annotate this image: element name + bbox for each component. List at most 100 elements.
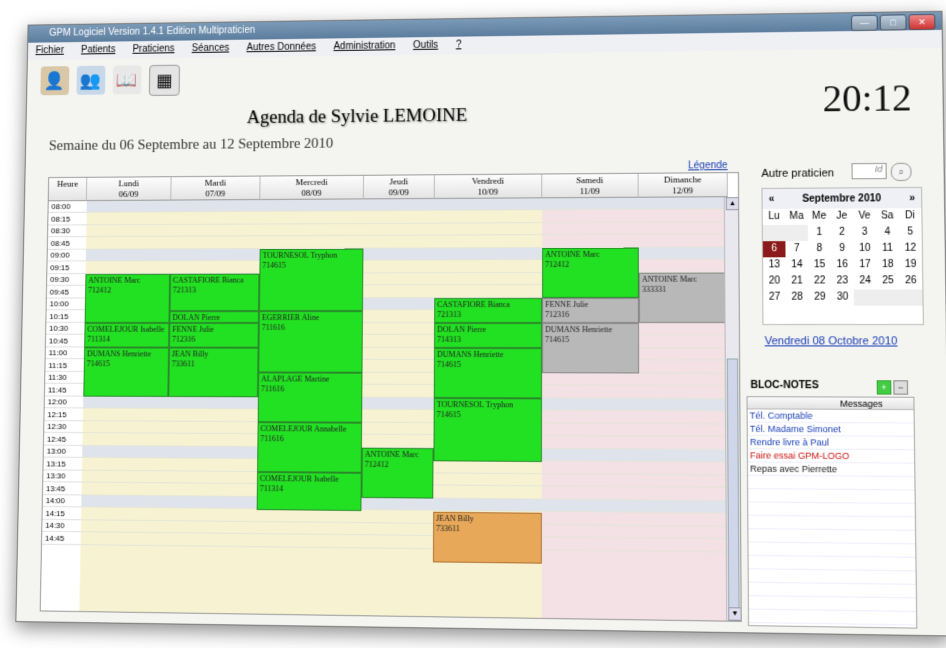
hour-label: 10:45 (45, 335, 85, 347)
calendar-day[interactable]: 4 (876, 224, 899, 240)
appointment-patient: FENNE Julie (172, 324, 214, 334)
appointment[interactable]: FENNE Julie 712316 (542, 297, 639, 324)
day-header[interactable]: Lundi 06/09 (86, 177, 172, 202)
menu-seances[interactable]: Séances (192, 40, 230, 58)
close-button[interactable]: ✕ (908, 13, 936, 31)
calendar-day[interactable]: 14 (786, 257, 809, 273)
minimize-button[interactable]: — (850, 14, 878, 32)
calendar-day[interactable]: 2 (831, 225, 854, 241)
menu-praticiens[interactable]: Praticiens (132, 41, 174, 59)
calendar-day[interactable]: 27 (763, 290, 786, 306)
appointment[interactable]: TOURNESOL Tryphon 714615 (258, 248, 364, 311)
calendar-day[interactable]: 7 (785, 241, 808, 257)
appointment[interactable]: COMELEJOUR Isabelle 711314 (256, 472, 362, 511)
maximize-button[interactable]: □ (879, 14, 907, 31)
calendar-day[interactable]: 30 (831, 290, 854, 306)
users-icon[interactable]: 👥 (76, 65, 106, 95)
calendar-day[interactable]: 9 (831, 241, 854, 257)
note-empty-row[interactable] (748, 475, 915, 491)
calendar-day[interactable]: 18 (876, 257, 899, 273)
appointment[interactable]: EGERRIER Aline 711616 (258, 310, 363, 373)
note-item[interactable]: Repas avec Pierrette (747, 462, 915, 478)
calendar-day[interactable]: 3 (853, 225, 876, 241)
book-icon[interactable]: 📖 (112, 65, 142, 95)
appointment[interactable]: FENNE Julie 712316 (169, 322, 259, 348)
calendar-day[interactable]: 10 (853, 241, 876, 257)
user-icon[interactable]: 👤 (40, 66, 70, 96)
add-note-icon[interactable]: + (876, 380, 892, 395)
appointment[interactable]: ANTOINE Marc 712412 (361, 447, 434, 499)
next-month-button[interactable]: » (909, 193, 915, 204)
day-header[interactable]: Jeudi 09/09 (363, 175, 435, 200)
day-header[interactable]: Dimanche 12/09 (638, 173, 728, 198)
appointment[interactable]: DOLAN Pierre 714313 (434, 322, 543, 349)
calendar-day[interactable]: 8 (808, 241, 831, 257)
menu-administration[interactable]: Administration (333, 38, 395, 56)
note-item[interactable]: Rendre livre à Paul (747, 435, 915, 451)
practitioner-id-input[interactable]: Id (851, 162, 887, 180)
appointment[interactable]: DUMANS Henriette 714615 (433, 347, 543, 399)
menu-autres-donnees[interactable]: Autres Données (246, 39, 317, 57)
hour-label: 11:30 (45, 371, 84, 384)
calendar-day[interactable]: 13 (763, 257, 786, 273)
menu-patients[interactable]: Patients (81, 42, 116, 60)
calendar-day[interactable]: 12 (899, 241, 922, 257)
appointment[interactable]: ANTOINE Marc 712412 (542, 247, 639, 298)
calendar-day[interactable]: 17 (854, 257, 877, 273)
calendar-day[interactable]: 6 (762, 241, 786, 258)
hour-label: 10:15 (46, 310, 85, 323)
note-empty-row[interactable] (749, 623, 917, 637)
today-link[interactable]: Vendredi 08 Octobre 2010 (765, 335, 898, 347)
menu-help[interactable]: ? (456, 37, 462, 55)
day-header[interactable]: Samedi 11/09 (542, 173, 639, 199)
menu-fichier[interactable]: Fichier (35, 42, 64, 60)
day-header[interactable]: Mardi 07/09 (171, 176, 261, 201)
remove-note-icon[interactable]: − (893, 380, 909, 395)
legend-link[interactable]: Légende (688, 160, 728, 171)
appointment[interactable]: COMELEJOUR Isabelle 711314 (84, 322, 170, 348)
note-item[interactable]: Tél. Comptable (747, 409, 914, 424)
calendar-day[interactable]: 20 (763, 273, 786, 289)
calendar-day[interactable]: 29 (808, 290, 831, 306)
appointment[interactable]: ANTOINE Marc 333331 (638, 272, 729, 324)
day-name: Mercredi (295, 177, 328, 188)
appointment[interactable]: CASTAFIORE Bianca 721313 (434, 297, 543, 324)
calendar-day[interactable]: 5 (899, 224, 922, 240)
day-header[interactable]: Mercredi 08/09 (260, 175, 365, 201)
calendar-day[interactable]: 23 (831, 273, 854, 289)
calendar-day[interactable]: 24 (854, 273, 877, 289)
scroll-down-icon[interactable]: ▼ (728, 607, 742, 621)
calendar-icon[interactable]: ▦ (148, 64, 180, 96)
calendar-day[interactable]: 28 (786, 290, 809, 306)
calendar-day[interactable]: 16 (831, 257, 854, 273)
appointment[interactable]: COMELEJOUR Annabelle 711616 (257, 422, 363, 473)
appointment[interactable]: TOURNESOL Tryphon 714615 (433, 397, 542, 462)
vertical-scrollbar[interactable]: ▲ ▼ (723, 197, 742, 621)
appointment[interactable]: DUMANS Henriette 714615 (83, 347, 170, 397)
note-item[interactable]: Tél. Madame Simonet (747, 422, 914, 437)
menu-outils[interactable]: Outils (413, 37, 438, 55)
calendar-day[interactable]: 25 (876, 273, 899, 289)
calendar-day[interactable]: 22 (808, 273, 831, 289)
appointment[interactable]: JEAN Billy 733611 (168, 347, 259, 398)
hour-label: 13:00 (43, 445, 83, 458)
appointment[interactable]: DUMANS Henriette 714615 (542, 323, 640, 374)
note-item[interactable]: Faire essai GPM-LOGO (747, 449, 915, 464)
calendar-day[interactable]: 26 (899, 273, 922, 289)
calendar-day[interactable]: 21 (786, 273, 809, 289)
appointment[interactable]: DOLAN Pierre714315 (169, 310, 259, 323)
appointment[interactable]: JEAN Billy 733611 (432, 511, 542, 564)
search-practitioner-button[interactable]: ⌕ (890, 162, 912, 182)
scroll-up-icon[interactable]: ▲ (725, 197, 740, 211)
scroll-thumb[interactable] (726, 358, 740, 617)
appointment[interactable]: ANTOINE Marc 712412 (84, 273, 171, 323)
day-header[interactable]: Vendredi 10/09 (434, 174, 543, 199)
calendar-day[interactable]: 11 (876, 241, 899, 257)
prev-month-button[interactable]: « (769, 193, 775, 204)
appointment-patient: TOURNESOL Tryphon (262, 250, 338, 260)
appointment[interactable]: ALAPLAGE Martine 711616 (257, 372, 363, 423)
calendar-day[interactable]: 19 (899, 257, 922, 273)
calendar-day[interactable]: 1 (808, 225, 831, 241)
calendar-day[interactable]: 15 (808, 257, 831, 273)
appointment[interactable]: CASTAFIORE Bianca 721313 (169, 273, 260, 311)
